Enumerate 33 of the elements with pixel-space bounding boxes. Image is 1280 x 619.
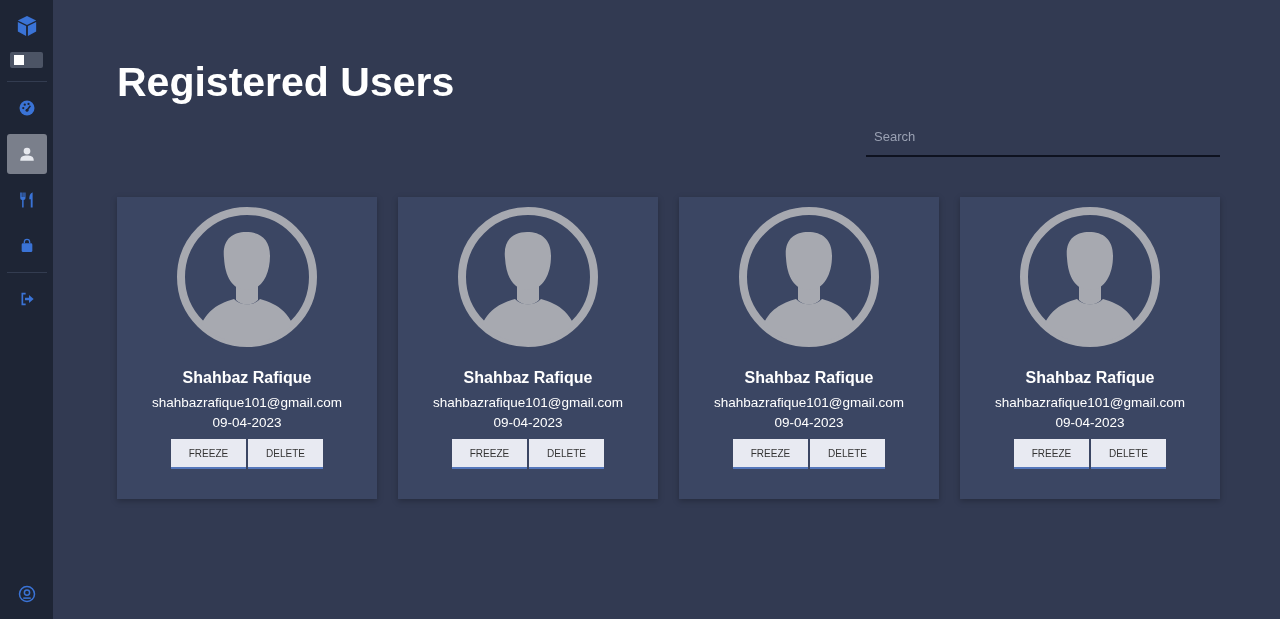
action-button[interactable]: DELETE: [248, 439, 323, 469]
user-name: Shahbaz Rafique: [744, 369, 874, 387]
avatar-icon: [457, 206, 599, 348]
avatar-icon: [1019, 206, 1161, 348]
account-icon[interactable]: [17, 585, 36, 603]
page-title: Registered Users: [117, 58, 456, 106]
user-name: Shahbaz Rafique: [1025, 369, 1155, 387]
action-button[interactable]: FREEZE: [1014, 439, 1089, 469]
action-button[interactable]: DELETE: [1091, 439, 1166, 469]
registration-date: 09-04-2023: [212, 415, 282, 430]
user-nav-item[interactable]: [6, 134, 47, 174]
action-button[interactable]: FREEZE: [171, 439, 246, 469]
user-email: shahbazrafique101@gmail.com: [432, 395, 624, 410]
user-email: shahbazrafique101@gmail.com: [713, 395, 905, 410]
user-icon: [17, 145, 36, 163]
registration-date: 09-04-2023: [493, 415, 563, 430]
fork-knife-icon: [17, 191, 36, 209]
search-field[interactable]: Search: [866, 118, 1220, 157]
theme-toggle[interactable]: [10, 52, 43, 68]
action-button[interactable]: DELETE: [529, 439, 604, 469]
gauge-icon: [17, 99, 36, 117]
cube-logo-icon: [15, 15, 38, 37]
action-button[interactable]: FREEZE: [452, 439, 527, 469]
action-button[interactable]: FREEZE: [733, 439, 808, 469]
registration-date: 09-04-2023: [774, 415, 844, 430]
user-email: shahbazrafique101@gmail.com: [151, 395, 343, 410]
avatar-icon: [176, 206, 318, 348]
user-name: Shahbaz Rafique: [182, 369, 312, 387]
user-name: Shahbaz Rafique: [463, 369, 593, 387]
registration-date: 09-04-2023: [1055, 415, 1125, 430]
avatar-icon: [738, 206, 880, 348]
user-email: shahbazrafique101@gmail.com: [994, 395, 1186, 410]
action-button[interactable]: DELETE: [810, 439, 885, 469]
